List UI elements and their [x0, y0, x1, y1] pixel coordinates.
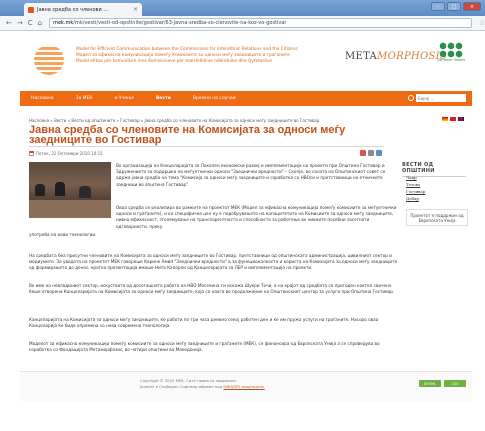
email-icon[interactable] [376, 150, 382, 156]
footer-copyright: Copyright © 2010 MEK. Сите права се задр… [140, 378, 265, 389]
article-photo [29, 162, 111, 218]
css-badge[interactable]: CSS [444, 380, 466, 387]
tab-title: Јавна средба со членови ... [37, 6, 109, 13]
print-icon[interactable] [368, 150, 374, 156]
site-header: Model for Efficient Communication betwee… [20, 33, 472, 90]
nav-item-news[interactable]: Вести [145, 96, 182, 101]
breadcrumb[interactable]: Насловна » Вести » Вести од општините » … [29, 118, 319, 123]
close-window-button[interactable]: × [463, 2, 481, 11]
mek-logo-icon [34, 45, 64, 75]
pdf-icon[interactable] [360, 150, 366, 156]
search-icon[interactable] [408, 95, 414, 101]
window-controls: – □ × [431, 2, 481, 11]
main-navigation: Насловна За МЕК e-Учење Вести Времна на … [20, 91, 472, 106]
browser-tab[interactable]: Јавна средба со членови ... × [24, 3, 142, 16]
article-paragraph: На средбата беа присутни членовите на Ко… [29, 253, 398, 271]
common-values-label: Common Values [436, 58, 466, 62]
joomla-text: Joomla! е Слободен Софтвер објавен под [140, 383, 224, 389]
flag-en-icon[interactable] [458, 117, 464, 121]
forward-icon[interactable]: → [17, 19, 23, 27]
common-values-logo[interactable]: Common Values [435, 42, 467, 72]
sidebar-item-debar[interactable]: Дебар [406, 195, 425, 202]
xhtml-badge[interactable]: XHTML [419, 380, 441, 387]
minimize-button[interactable]: – [431, 2, 445, 11]
maximize-button[interactable]: □ [447, 2, 461, 11]
article-paragraph: употреба на нови технологии. [29, 232, 97, 237]
url-path: /mk/vesti/vesti-od-opstinite/gostivar/63… [73, 20, 287, 26]
sidebar-item-gostivar[interactable]: Гостивар [406, 188, 425, 195]
flag-al-icon[interactable] [450, 117, 456, 121]
divider [29, 146, 384, 147]
site-footer: Copyright © 2010 MEK. Сите права се задр… [20, 371, 472, 401]
mek-logo[interactable] [30, 41, 68, 79]
reload-icon[interactable]: C [28, 19, 33, 27]
article-paragraph: Во организација на Канцеларијата за Лока… [116, 163, 386, 187]
nav-item-elearning[interactable]: e-Учење [104, 96, 145, 101]
tab-close-icon[interactable]: × [133, 6, 138, 13]
eu-support-note: Проектот е поддржан од Европската Унија [406, 209, 468, 226]
article-paragraph: Моделот за ефикасна комуникација помеѓу … [29, 341, 380, 353]
flag-mk-icon[interactable] [442, 117, 448, 121]
url-input[interactable]: mek.mk /mk/vesti/vesti-od-opstinite/gost… [49, 18, 472, 28]
article-paragraph: Канцеларијата на Комисијата за односи ме… [29, 317, 379, 329]
article-title[interactable]: Јавна средба со членовите на Комисијата … [29, 125, 384, 146]
address-bar: ← → C ⌂ mek.mk /mk/vesti/vesti-od-opstin… [0, 16, 485, 31]
validation-badges: XHTML CSS [419, 380, 466, 387]
tagline-sq: Model efikas për komunikim mes Komisione… [76, 59, 273, 64]
date-text: Петок, 22 Октомври 2010 10:15 [36, 151, 103, 156]
sidebar-item-chair[interactable]: Чаир [406, 174, 425, 181]
meta-logo-part: META [345, 51, 378, 62]
nav-item-home[interactable]: Насловна [20, 96, 65, 101]
search-input[interactable] [416, 94, 466, 102]
nav-item-about[interactable]: За МЕК [65, 96, 104, 101]
license-link[interactable]: GNU/GPL лиценцата. [223, 384, 264, 389]
sidebar-item-tetovo[interactable]: Тетово [406, 181, 425, 188]
web-page: Model for Efficient Communication betwee… [20, 33, 472, 408]
municipality-links: Чаир Тетово Гостивар Дебар [406, 174, 425, 202]
common-values-icon [439, 42, 463, 58]
language-switcher [442, 117, 464, 121]
article-tools [360, 150, 382, 156]
back-icon[interactable]: ← [6, 19, 12, 27]
site-favicon-icon [28, 6, 34, 13]
bookmark-star-icon[interactable]: ☆ [479, 19, 485, 27]
article-paragraph: Во име на невладиниот сектор, искуствата… [29, 283, 395, 295]
site-search [408, 94, 466, 102]
nav-item-cases[interactable]: Времна на случаи [182, 96, 247, 101]
home-icon[interactable]: ⌂ [38, 19, 42, 27]
article-date: Петок, 22 Октомври 2010 10:15 [29, 151, 103, 156]
license-line: Joomla! е Слободен Софтвер објавен под G… [140, 384, 265, 390]
calendar-icon [29, 151, 34, 156]
article-paragraph: Оваа средба се реализира во рамките на п… [116, 205, 397, 229]
url-host: mek.mk [53, 20, 74, 26]
metamorphosis-logo[interactable]: METAMORPHOSIS [345, 51, 447, 62]
header-tagline: Model for Efficient Communication betwee… [76, 47, 326, 65]
browser-titlebar: Јавна средба со членови ... × – □ × [0, 0, 485, 16]
